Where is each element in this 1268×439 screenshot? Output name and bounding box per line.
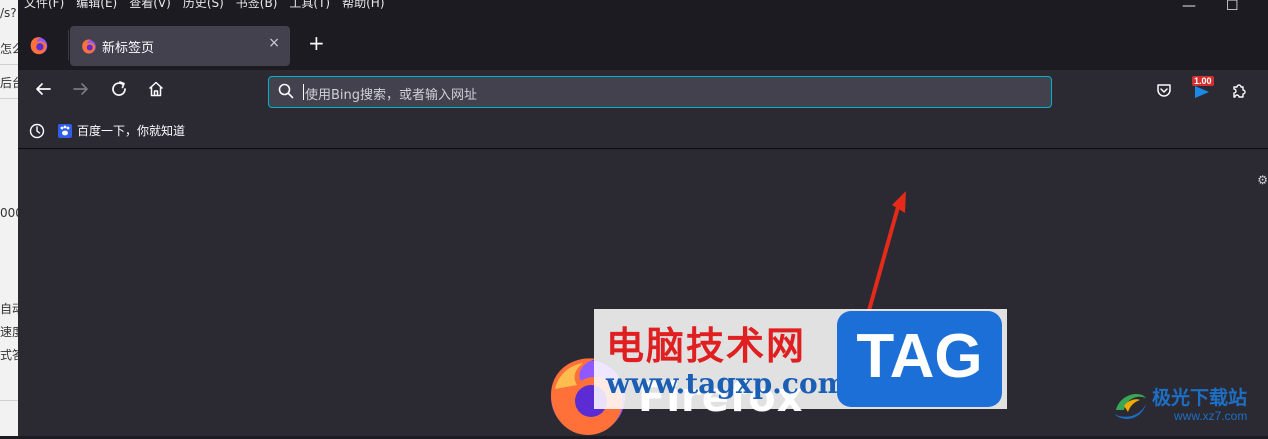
- tab-separator: [68, 30, 69, 60]
- address-placeholder: 使用Bing搜索，或者输入网址: [305, 88, 478, 103]
- bookmark-label: 百度一下，你就知道: [77, 124, 186, 138]
- bg-fragment: 速度: [0, 325, 18, 339]
- menu-help[interactable]: 帮助(H): [342, 0, 384, 11]
- home-icon[interactable]: [147, 80, 165, 98]
- bg-fragment: 怎么: [0, 42, 18, 56]
- firefox-view-icon[interactable]: [28, 34, 50, 56]
- reload-icon[interactable]: [110, 80, 128, 98]
- menu-history[interactable]: 历史(S): [183, 0, 224, 11]
- site-logo-icon: [1114, 394, 1146, 419]
- watermark-url: www.tagxp.com: [606, 367, 848, 400]
- back-icon[interactable]: [34, 80, 52, 98]
- text-caret: [303, 84, 304, 100]
- bg-divider: [0, 98, 18, 99]
- tab-new-tab[interactable]: 新标签页 ×: [70, 26, 290, 66]
- maximize-button[interactable]: ☐: [1226, 0, 1239, 14]
- customize-gear-icon[interactable]: ⚙: [1257, 173, 1268, 187]
- background-window: /s? 怎么 后台 000 自动 速度 式答: [0, 0, 18, 436]
- menu-view[interactable]: 查看(V): [129, 0, 171, 11]
- site-name: 极光下载站: [1152, 387, 1248, 409]
- menu-tools[interactable]: 工具(T): [289, 0, 330, 11]
- bookmarks-toolbar: 百度一下，你就知道: [18, 115, 1268, 149]
- pocket-icon[interactable]: [1155, 82, 1173, 100]
- forward-icon[interactable]: [72, 80, 90, 98]
- extension-badge-button[interactable]: 1.00: [1191, 76, 1217, 102]
- annotation-arrow-icon: [866, 191, 906, 316]
- search-icon: [278, 83, 294, 99]
- site-domain: www.xz7.com: [1174, 409, 1248, 423]
- history-clock-icon[interactable]: [29, 123, 45, 139]
- bg-divider: [0, 400, 18, 401]
- bg-fragment: 后台: [0, 76, 18, 90]
- extension-badge-count: 1.00: [1192, 76, 1214, 86]
- menu-bookmarks[interactable]: 书签(B): [236, 0, 278, 11]
- minimize-button[interactable]: —: [1182, 0, 1196, 14]
- address-bar[interactable]: 使用Bing搜索，或者输入网址: [268, 76, 1052, 108]
- menu-bar: 文件(F) 编辑(E) 查看(V) 历史(S) 书签(B) 工具(T) 帮助(H…: [18, 0, 1268, 12]
- baidu-paw-icon: [58, 123, 72, 138]
- firefox-favicon-icon: [82, 39, 96, 54]
- bg-fragment: 自动: [0, 302, 18, 316]
- navigation-toolbar: 使用Bing搜索，或者输入网址 1.00: [18, 70, 1268, 115]
- bookmark-baidu[interactable]: 百度一下，你就知道: [58, 122, 185, 139]
- new-tab-page: ⚙ Firefox 电脑技术网 www.tagxp.com TAG: [18, 149, 1268, 436]
- menu-edit[interactable]: 编辑(E): [76, 0, 117, 11]
- extensions-puzzle-icon[interactable]: [1230, 82, 1248, 100]
- site-watermark: 极光下载站 www.xz7.com: [1108, 380, 1268, 430]
- bg-divider: [0, 64, 18, 65]
- watermark-tag-text: TAG: [856, 322, 983, 391]
- menu-file[interactable]: 文件(F): [24, 0, 64, 11]
- tab-strip: 新标签页 × +: [18, 20, 1268, 70]
- watermark-tag-badge: TAG: [837, 311, 1002, 407]
- bg-fragment: 式答: [0, 348, 18, 362]
- tab-title: 新标签页: [102, 41, 155, 56]
- tab-close-icon[interactable]: ×: [268, 35, 280, 51]
- watermark-title: 电脑技术网: [606, 324, 807, 368]
- watermark-overlay: 电脑技术网 www.tagxp.com TAG: [594, 309, 1007, 409]
- bg-fragment: 000: [0, 206, 18, 220]
- bg-fragment: /s?: [0, 6, 17, 20]
- new-tab-button[interactable]: +: [308, 31, 325, 55]
